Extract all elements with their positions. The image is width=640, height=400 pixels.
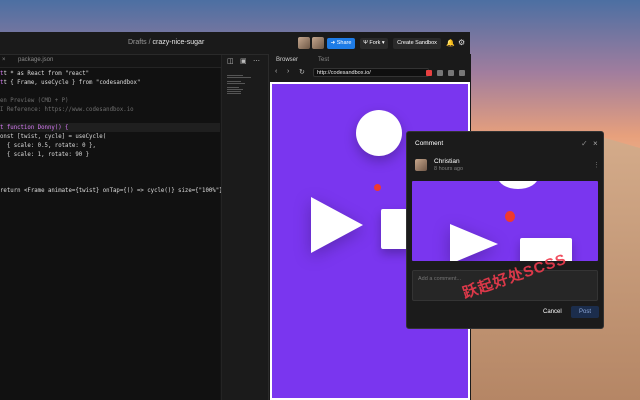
split-view-icon[interactable]: ◫ (227, 57, 234, 65)
code-line: { scale: 0.5, rotate: 0 }, (0, 143, 96, 149)
minimap[interactable]: ◫ ▣ ⋯ (221, 55, 268, 400)
fork-label: Fork (369, 40, 381, 46)
top-bar: Drafts / crazy-nice-sugar ➜ Share Ψ Fork… (0, 32, 470, 55)
tab-package-json[interactable]: package.json (18, 57, 53, 63)
fork-button[interactable]: Ψ Fork ▾ (360, 38, 388, 49)
code-line: tt * as React from "react" (0, 71, 90, 77)
code-line: onst [twist, cycle] = useCycle( (0, 134, 107, 140)
comment-author: Christian (434, 158, 460, 165)
avatar (415, 159, 427, 171)
share-button[interactable]: ➜ Share (327, 38, 355, 49)
tab-tests[interactable]: Test (318, 57, 329, 63)
chevron-down-icon: ▾ (380, 40, 385, 46)
back-icon[interactable]: ‹ (275, 68, 277, 75)
code-line: I Reference: https://www.codesandbox.io (0, 107, 134, 113)
codesandbox-window: Drafts / crazy-nice-sugar ➜ Share Ψ Fork… (0, 32, 471, 400)
tab-close-icon[interactable]: × (2, 57, 6, 63)
code-line: { scale: 1, rotate: 90 } (0, 152, 90, 158)
code-line: en Preview (CMD + P) (0, 98, 69, 104)
forward-icon[interactable]: › (287, 68, 289, 75)
comment-screenshot (412, 181, 598, 261)
sandbox-name[interactable]: crazy-nice-sugar (153, 39, 205, 46)
bell-icon[interactable]: 🔔 (446, 39, 455, 47)
breadcrumb-separator: / (148, 39, 151, 46)
code-line: tt { Frame, useCycle } from "codesandbox… (0, 80, 141, 86)
more-icon[interactable]: ⋯ (253, 57, 260, 65)
more-options-icon[interactable]: ⋮ (593, 161, 600, 169)
code-editor[interactable]: tt * as React from "react" tt { Frame, u… (0, 68, 223, 400)
comment-panel: Comment ✓ × Christian 8 hours ago ⋮ Canc… (406, 131, 604, 329)
circle-shape[interactable] (356, 110, 402, 156)
breadcrumb-root[interactable]: Drafts (128, 39, 147, 46)
screenshot-icon[interactable] (437, 70, 443, 76)
code-line: return <Frame animate={twist} onTap={() … (0, 188, 223, 194)
collaborator-avatar[interactable] (312, 37, 324, 49)
play-triangle-shape[interactable] (311, 197, 363, 253)
close-icon[interactable]: × (593, 139, 598, 148)
gear-icon[interactable]: ⚙ (458, 38, 465, 47)
url-bar[interactable]: http://codesandbox.io/ (313, 68, 429, 77)
cancel-button[interactable]: Cancel (543, 309, 562, 315)
preview-icon[interactable]: ▣ (240, 57, 247, 65)
tab-browser[interactable]: Browser (276, 57, 298, 63)
share-label: Share (336, 40, 352, 46)
open-new-window-icon[interactable] (459, 70, 465, 76)
comment-timestamp: 8 hours ago (434, 166, 464, 172)
red-dot (374, 184, 381, 191)
check-icon[interactable]: ✓ (581, 139, 588, 148)
devtools-icon[interactable] (448, 70, 454, 76)
create-sandbox-button[interactable]: Create Sandbox (393, 38, 441, 49)
collaborator-avatar[interactable] (298, 37, 310, 49)
refresh-icon[interactable]: ↻ (299, 68, 305, 76)
post-button[interactable]: Post (571, 306, 599, 318)
comment-title: Comment (415, 140, 444, 147)
breadcrumb: Drafts / crazy-nice-sugar (128, 39, 204, 46)
code-line: t function Donny() { (0, 125, 69, 131)
record-icon[interactable] (426, 70, 432, 76)
